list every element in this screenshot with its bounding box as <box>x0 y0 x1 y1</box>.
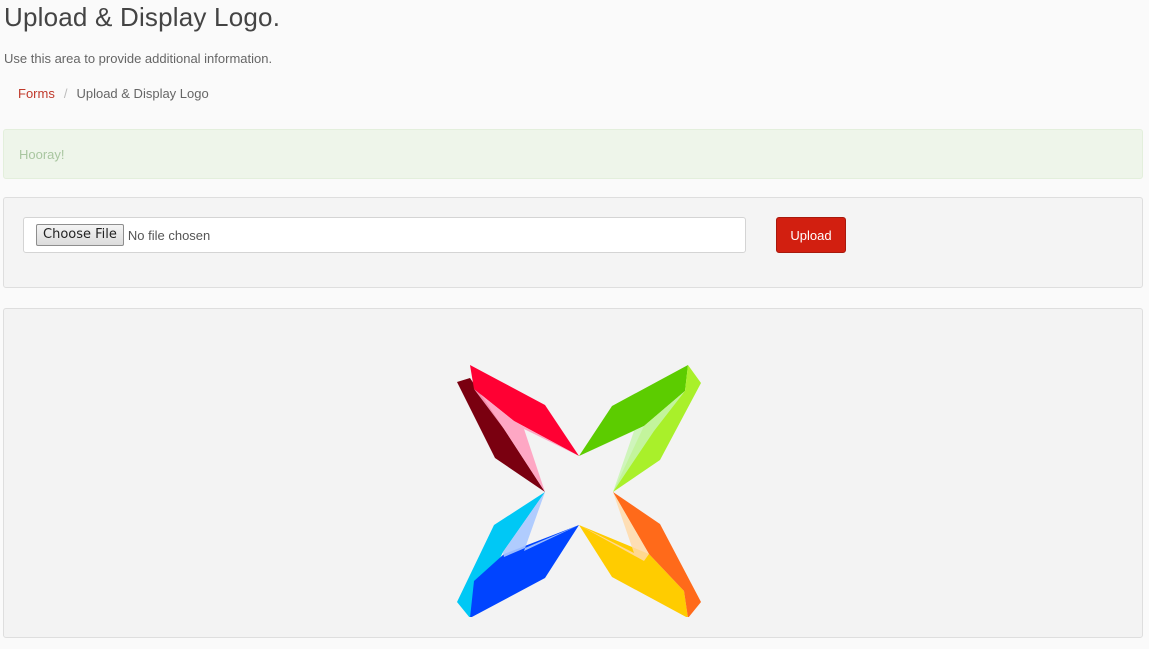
logo-petal-bottom-right <box>579 492 701 617</box>
file-input[interactable]: Choose File No file chosen <box>23 217 746 253</box>
breadcrumb-separator: / <box>63 86 68 101</box>
choose-file-button[interactable]: Choose File <box>36 224 124 246</box>
upload-form-panel: Choose File No file chosen Upload <box>3 197 1143 288</box>
logo-petal-top-right <box>579 365 701 492</box>
logo-petal-bottom-left <box>457 492 579 617</box>
breadcrumb-item-current: Upload & Display Logo <box>76 86 209 101</box>
breadcrumb: Forms / Upload & Display Logo <box>18 86 209 101</box>
pinwheel-logo-icon <box>457 365 701 617</box>
success-alert: Hooray! <box>3 129 1143 179</box>
page-subtitle: Use this area to provide additional info… <box>4 51 273 66</box>
page: Upload & Display Logo. Use this area to … <box>0 0 1149 649</box>
page-title: Upload & Display Logo. <box>4 2 281 32</box>
file-status-text: No file chosen <box>127 227 211 243</box>
breadcrumb-item-forms[interactable]: Forms <box>18 86 55 101</box>
upload-button[interactable]: Upload <box>776 217 846 253</box>
logo-display-panel <box>3 308 1143 638</box>
logo-petal-top-left <box>457 365 579 492</box>
alert-message: Hooray! <box>19 146 65 162</box>
